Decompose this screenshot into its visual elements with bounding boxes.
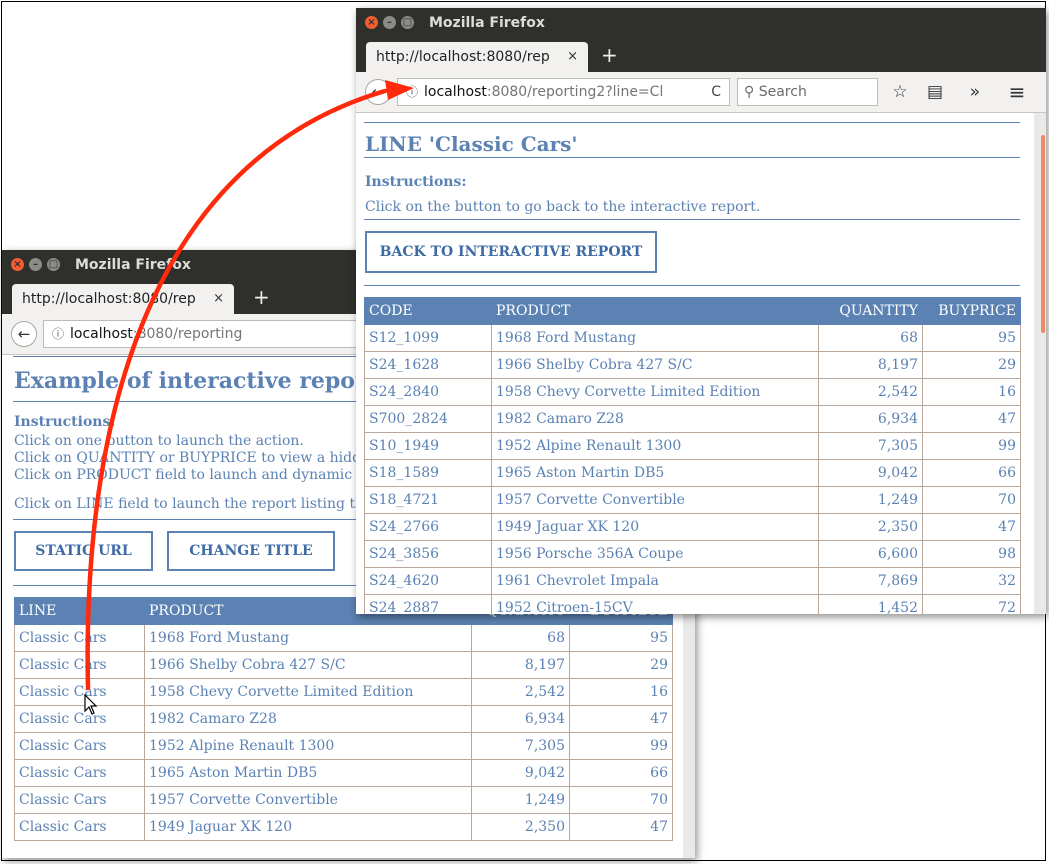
annotation-arrow-head [385, 80, 414, 100]
annotation-arrow-path [85, 88, 388, 691]
annotation-arrow [85, 80, 414, 691]
mouse-cursor-icon [84, 694, 98, 715]
